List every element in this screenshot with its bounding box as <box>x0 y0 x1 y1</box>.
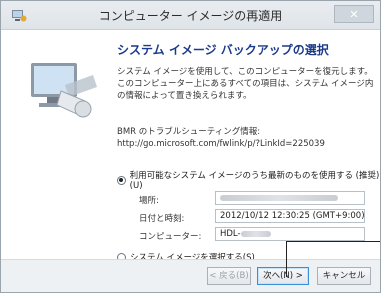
radio-use-latest-image[interactable]: 利用可能なシステム イメージのうち最新のものを使用する (推奨)(U) <box>117 169 380 191</box>
back-button[interactable]: < 戻る(B) <box>207 267 251 285</box>
location-value <box>215 191 365 205</box>
wizard-footer: < 戻る(B) 次へ(N) > キャンセル <box>1 259 380 292</box>
title-bar: コンピューター イメージの再適用 ✕ <box>1 1 380 30</box>
computer-value: HDL- <box>215 227 365 241</box>
computer-label: コンピューター: <box>139 232 202 242</box>
callout-line-vertical <box>286 241 287 277</box>
radio-use-latest-label: 利用可能なシステム イメージのうち最新のものを使用する (推奨)(U) <box>129 171 380 191</box>
bmr-info-label: BMR のトラブルシューティング情報: <box>117 127 261 137</box>
computer-value-text: HDL- <box>220 229 241 239</box>
cancel-button[interactable]: キャンセル <box>317 267 371 285</box>
radio-indicator-selected <box>117 175 126 185</box>
computer-restore-illustration <box>13 57 105 127</box>
next-button[interactable]: 次へ(N) > <box>257 267 309 285</box>
close-button[interactable]: ✕ <box>334 5 374 23</box>
close-icon: ✕ <box>349 7 359 21</box>
bmr-info-url: http://go.microsoft.com/fwlink/p/?LinkId… <box>117 139 325 149</box>
wizard-content: システム イメージ バックアップの選択 システム イメージを使用して、このコンピ… <box>117 35 375 150</box>
window-title: コンピューター イメージの再適用 <box>98 9 283 23</box>
datetime-value: 2012/10/12 12:30:25 (GMT+9:00) <box>215 209 365 223</box>
restore-wizard-window: コンピューター イメージの再適用 ✕ システム イメージ バックアップの選択 シ… <box>0 0 381 293</box>
location-label: 場所: <box>139 196 159 206</box>
datetime-label: 日付と時刻: <box>139 214 185 224</box>
callout-line-horizontal <box>286 241 380 242</box>
page-heading: システム イメージ バックアップの選択 <box>117 43 329 57</box>
page-description: システム イメージを使用して、このコンピューターを復元します。このコンピューター… <box>117 67 374 101</box>
